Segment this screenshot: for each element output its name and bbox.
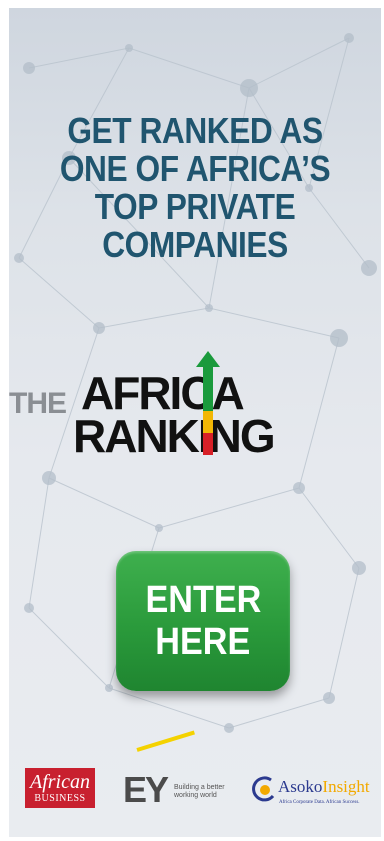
logo-line-2: RANKING xyxy=(73,410,276,462)
headline-line: ONE OF AFRICA’S xyxy=(59,148,331,189)
headline: GET RANKED AS ONE OF AFRICA’S TOP PRIVAT… xyxy=(31,112,358,264)
african-business-logo: African BUSINESS xyxy=(25,768,95,808)
headline-line: GET RANKED AS xyxy=(67,110,323,151)
enter-button-line-1: ENTER xyxy=(145,579,261,621)
headline-line: TOP PRIVATE xyxy=(94,186,296,227)
enter-here-button[interactable]: ENTER HERE xyxy=(116,551,290,691)
african-business-line-2: BUSINESS xyxy=(34,793,86,804)
asoko-wordmark: AsokoInsight xyxy=(278,777,370,797)
ey-tagline: Building a better working world xyxy=(174,784,225,799)
headline-line: COMPANIES xyxy=(102,224,288,265)
asoko-insight-logo: AsokoInsight Africa Corporate Data. Afri… xyxy=(251,772,381,812)
asoko-word-1: Asoko xyxy=(278,777,323,796)
enter-button-line-2: HERE xyxy=(155,621,251,663)
asoko-icon xyxy=(252,776,275,802)
up-arrow-icon xyxy=(196,351,220,455)
ey-logo: EY Building a better working world xyxy=(123,770,243,810)
ad-banner[interactable]: GET RANKED AS ONE OF AFRICA’S TOP PRIVAT… xyxy=(9,8,381,837)
ey-mark: EY xyxy=(123,769,169,810)
asoko-word-2: Insight xyxy=(322,777,370,796)
asoko-tagline: Africa Corporate Data. African Success. xyxy=(279,800,360,805)
africa-ranking-logo: THE AFRICA RANKING xyxy=(9,351,381,463)
logo-prefix: THE xyxy=(9,387,67,420)
african-business-line-1: African xyxy=(30,771,90,793)
